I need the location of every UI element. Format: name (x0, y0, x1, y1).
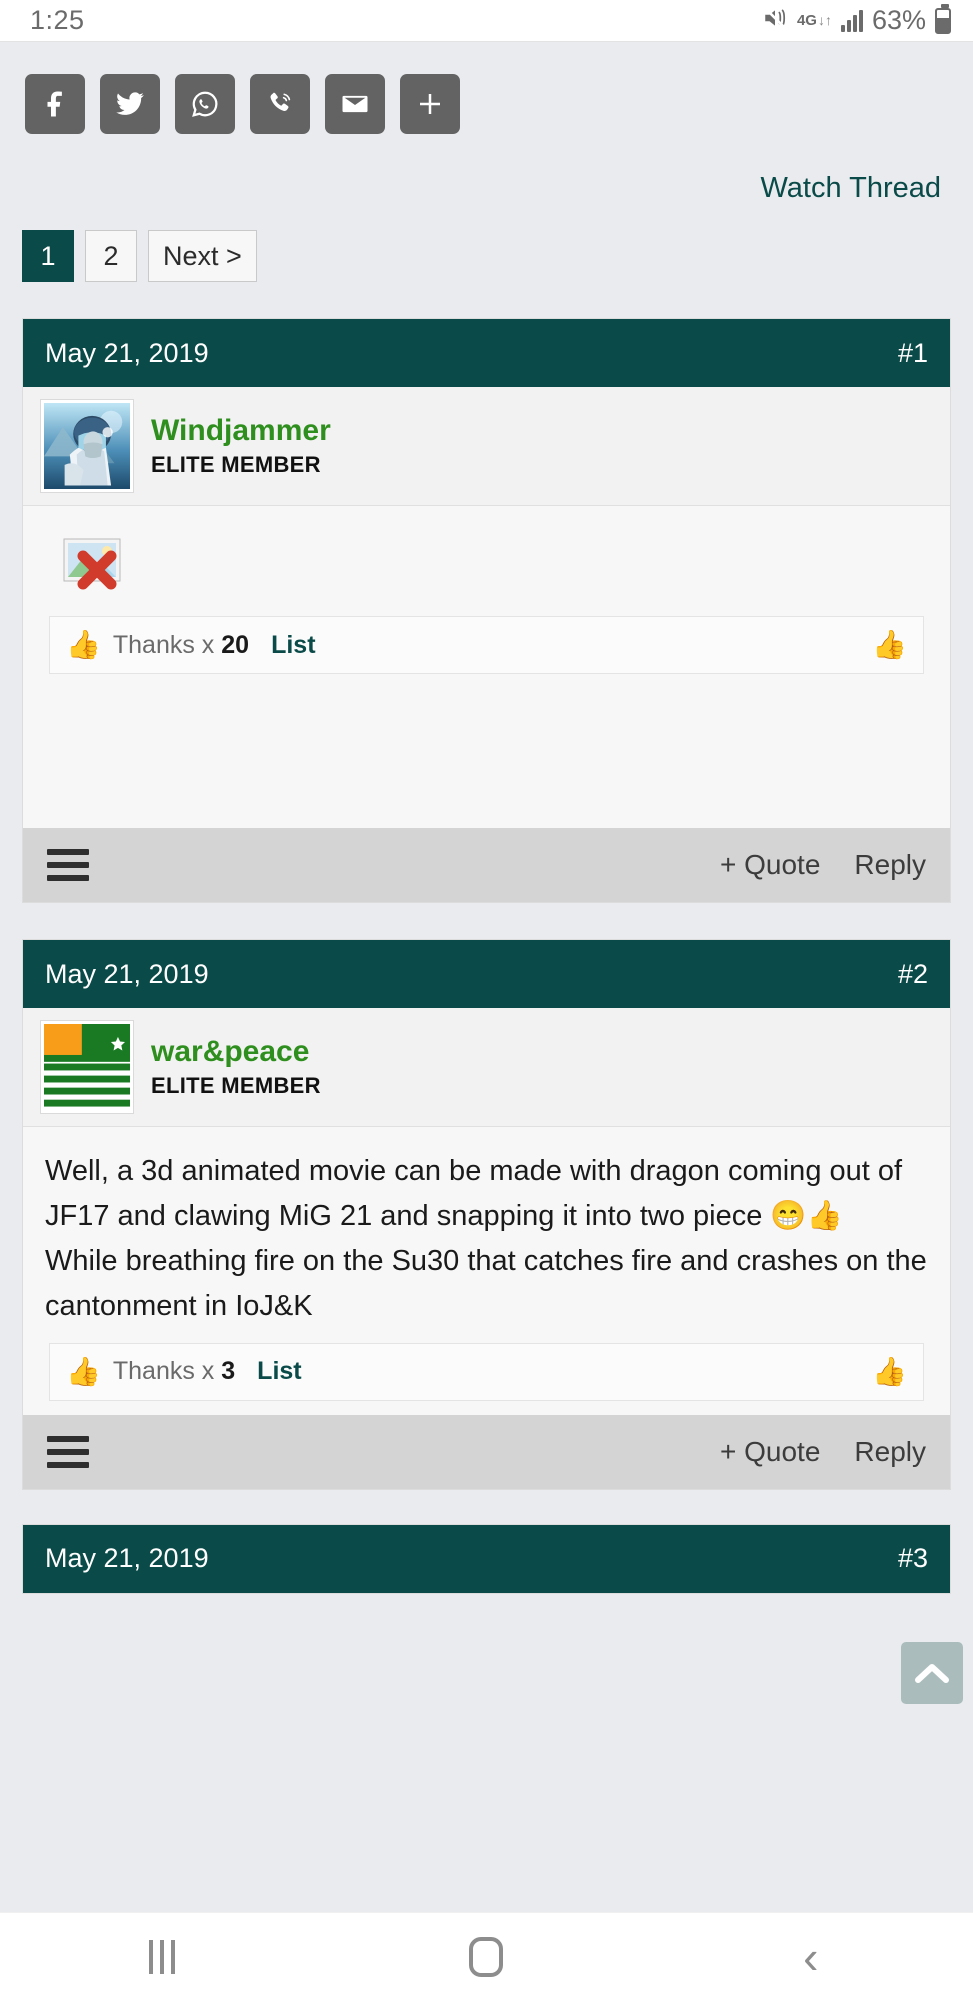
thanks-bar: 👍 Thanks x 20 List 👍 (49, 616, 924, 674)
phone-screen: 1:25 4G ↓↑ 63% Watch Thread 1 2 Next > M… (0, 0, 973, 2000)
post-footer-actions: + Quote Reply (720, 849, 926, 881)
quote-button[interactable]: + Quote (720, 849, 820, 881)
network-label: 4G (796, 12, 817, 29)
post-header: May 21, 2019 #1 (23, 319, 950, 387)
status-icons: 4G ↓↑ 63% (762, 3, 951, 36)
thanks-count-label: Thanks x 20 (112, 630, 250, 659)
share-whatsapp-button[interactable] (175, 74, 235, 134)
battery-percent: 63% (871, 5, 926, 35)
share-viber-button[interactable] (250, 74, 310, 134)
thanks-left: 👍 Thanks x 20 List (66, 631, 316, 660)
thanks-bar: 👍 Thanks x 3 List 👍 (49, 1342, 924, 1401)
post-username[interactable]: war&peace (151, 1035, 321, 1070)
post-message-text: Well, a 3d animated movie can be made wi… (45, 1155, 927, 1322)
nav-back-button[interactable]: ‹ (751, 1934, 871, 1980)
thanks-list-link[interactable]: List (271, 631, 315, 660)
home-icon (469, 1936, 504, 1977)
back-icon: ‹ (803, 1930, 819, 1983)
post-1: May 21, 2019 #1 Windjammer ELITE MEMBER … (22, 318, 951, 903)
post-date: May 21, 2019 (45, 337, 209, 368)
azad-kashmir-flag-avatar[interactable] (40, 1020, 134, 1114)
thumbs-up-icon: 👍 (66, 1355, 101, 1387)
thanks-list-link[interactable]: List (257, 1357, 301, 1386)
android-nav-bar: ‹ (0, 1912, 973, 2000)
data-arrows-icon: ↓↑ (817, 12, 832, 29)
share-twitter-button[interactable] (100, 74, 160, 134)
mute-icon (762, 5, 788, 36)
page-button-2[interactable]: 2 (85, 230, 137, 282)
share-email-button[interactable] (325, 74, 385, 134)
post-user-info: war&peace ELITE MEMBER (23, 1008, 950, 1127)
post-user-info: Windjammer ELITE MEMBER (23, 387, 950, 506)
post-3-partial: May 21, 2019 #3 (22, 1523, 951, 1594)
thanks-left: 👍 Thanks x 3 List (66, 1357, 302, 1386)
status-time: 1:25 (30, 5, 85, 35)
post-number: #2 (897, 958, 928, 989)
battery-icon (935, 3, 951, 34)
share-more-button[interactable] (400, 74, 460, 134)
nav-home-button[interactable] (426, 1936, 546, 1977)
thanks-count-label: Thanks x 3 (112, 1357, 236, 1386)
thumbs-up-action-icon[interactable]: 👍 (872, 631, 907, 659)
post-user-text: Windjammer ELITE MEMBER (151, 414, 331, 479)
recents-icon (149, 1939, 176, 1974)
post-menu-icon[interactable] (47, 849, 89, 881)
post-username[interactable]: Windjammer (151, 414, 331, 449)
post-date: May 21, 2019 (45, 958, 209, 989)
thumbs-up-action-icon[interactable]: 👍 (872, 1357, 907, 1386)
page-button-1[interactable]: 1 (22, 230, 74, 282)
post-footer: + Quote Reply (23, 1414, 950, 1489)
post-body: Well, a 3d animated movie can be made wi… (23, 1127, 950, 1415)
pilot-avatar[interactable] (40, 399, 134, 493)
post-menu-icon[interactable] (47, 1435, 89, 1468)
post-2: May 21, 2019 #2 war&peace ELITE MEMBER W… (22, 939, 951, 1490)
post-header: May 21, 2019 #2 (23, 940, 950, 1008)
nav-recents-button[interactable] (102, 1939, 222, 1974)
chevron-up-icon (915, 1664, 949, 1683)
share-buttons-row (0, 42, 973, 134)
reply-button[interactable]: Reply (854, 849, 926, 881)
watch-thread-row: Watch Thread (0, 134, 973, 205)
post-footer-actions: + Quote Reply (720, 1436, 926, 1468)
thanks-count: 3 (221, 1357, 236, 1386)
post-user-title: ELITE MEMBER (151, 452, 321, 478)
network-type-icon: 4G ↓↑ (797, 13, 832, 28)
scroll-to-top-button[interactable] (901, 1642, 963, 1704)
post-header: May 21, 2019 #3 (23, 1524, 950, 1593)
reply-button[interactable]: Reply (854, 1436, 926, 1468)
post-body: 👍 Thanks x 20 List 👍 (23, 506, 950, 828)
post-footer: + Quote Reply (23, 828, 950, 902)
post-user-title: ELITE MEMBER (151, 1073, 321, 1099)
post-date: May 21, 2019 (45, 1543, 209, 1574)
page-button-next[interactable]: Next > (148, 230, 257, 282)
post-number: #3 (897, 1543, 928, 1574)
share-facebook-button[interactable] (25, 74, 85, 134)
watch-thread-link[interactable]: Watch Thread (760, 172, 941, 205)
post-user-text: war&peace ELITE MEMBER (151, 1035, 321, 1100)
quote-button[interactable]: + Quote (720, 1436, 820, 1468)
page-content: Watch Thread 1 2 Next > May 21, 2019 #1 (0, 42, 973, 1912)
thanks-count: 20 (221, 630, 250, 659)
thumbs-up-icon: 👍 (66, 629, 101, 660)
post-number: #1 (897, 337, 928, 368)
pagination: 1 2 Next > (0, 205, 973, 282)
status-bar: 1:25 4G ↓↑ 63% (0, 0, 973, 42)
signal-bars-icon (840, 9, 863, 32)
post-body-spacer (45, 674, 928, 814)
broken-image-icon (63, 538, 125, 590)
